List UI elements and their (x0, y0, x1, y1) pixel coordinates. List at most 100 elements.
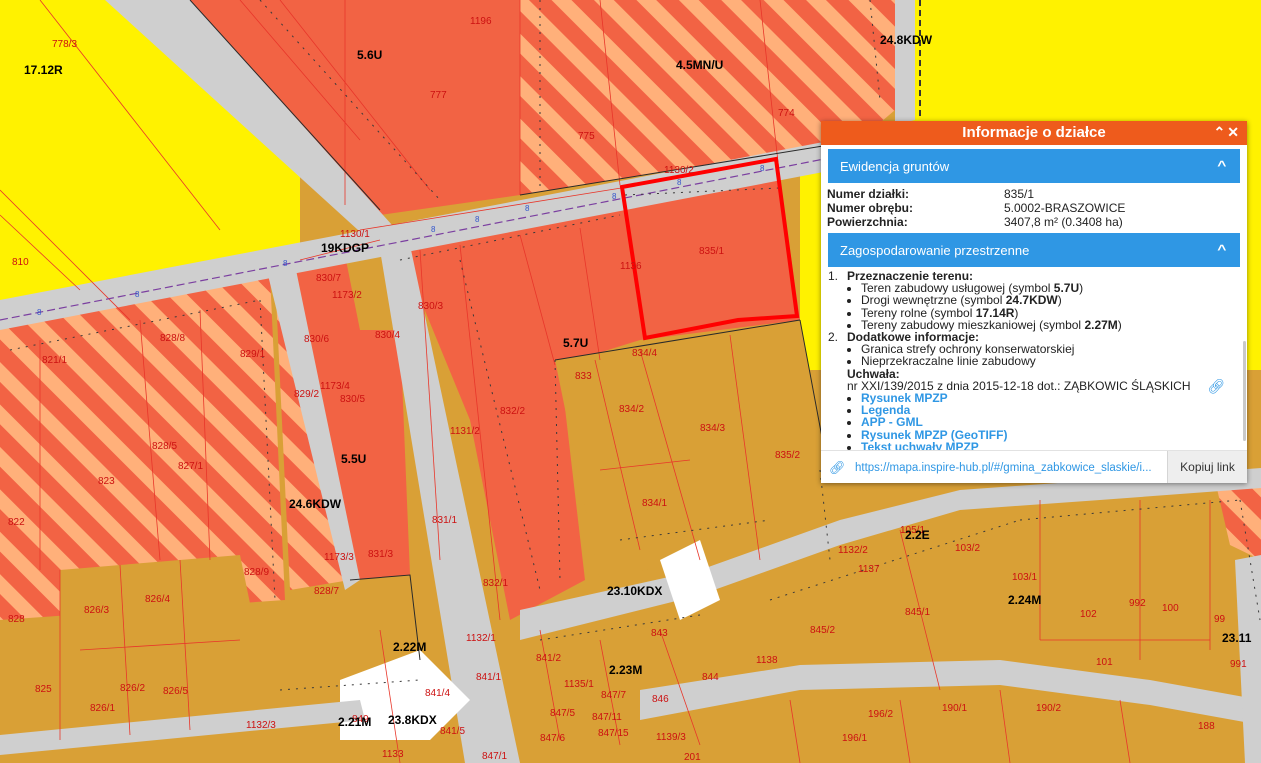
road (895, 0, 915, 125)
additional-info-heading: 2. Dodatkowe informacje: (828, 330, 980, 345)
zone-label: 2.2E (905, 528, 930, 542)
zoning-purpose-heading: 1. Przeznaczenie terenu: (828, 269, 974, 283)
plot-label: 841/2 (536, 653, 561, 664)
plot-label: 823 (98, 476, 115, 487)
popup-title: Informacje o działce (962, 124, 1106, 141)
svg-text:8: 8 (612, 192, 617, 201)
section-zagospodarowanie-title: Zagospodarowanie przestrzenne (840, 243, 1030, 258)
plot-label: 188 (1198, 721, 1215, 732)
svg-text:8: 8 (525, 204, 530, 213)
plot-label: 847/11 (592, 712, 622, 723)
popup-controls: ⌃ ✕ (1212, 124, 1239, 140)
popup-footer: 🔗︎ Kopiuj link (821, 450, 1247, 483)
link-icon: 🔗︎ (829, 460, 846, 475)
svg-text:8: 8 (677, 178, 682, 187)
plot-label: 847/1 (482, 751, 507, 762)
svg-text:8: 8 (475, 215, 480, 224)
close-icon[interactable]: ✕ (1227, 124, 1239, 140)
plot-label: 774 (778, 108, 795, 119)
share-url-field[interactable] (855, 460, 1167, 476)
plot-label: 1173/3 (324, 552, 354, 563)
plot-label: 843 (651, 628, 668, 639)
zone-label: 24.6KDW (289, 497, 342, 511)
plot-label: 846 (652, 694, 669, 705)
section-zagospodarowanie-header[interactable]: Zagospodarowanie przestrzenne ^ (828, 233, 1240, 267)
plot-label: 830/5 (340, 394, 365, 405)
plot-label: 830/3 (418, 301, 443, 312)
plot-label: 827/1 (178, 461, 203, 472)
plot-label: 834/2 (619, 404, 644, 415)
plot-label: 834/1 (642, 498, 667, 509)
plot-label: 101 (1096, 657, 1113, 668)
plot-label: 828/9 (244, 567, 269, 578)
list-item: Nieprzekraczalne linie zabudowy (861, 355, 1237, 367)
detail-label: Numer obrębu: (827, 201, 914, 215)
plot-label: 835/2 (775, 450, 800, 461)
zone-label: 23.10KDX (607, 584, 662, 598)
plot-label: 992 (1129, 598, 1146, 609)
collapse-icon[interactable]: ⌃ (1214, 124, 1226, 140)
section-ewidencja-title: Ewidencja gruntów (840, 159, 950, 174)
plot-label: 190/1 (942, 703, 967, 714)
chevron-up-icon[interactable]: ^ (1218, 242, 1227, 257)
plot-label: 825 (35, 684, 52, 695)
plot-label: 831/1 (432, 515, 457, 526)
copy-link-button[interactable]: Kopiuj link (1167, 451, 1247, 483)
plot-label: 103/2 (955, 543, 980, 554)
plot-label: 826/2 (120, 683, 145, 694)
plot-label: 833 (575, 371, 592, 382)
list-item: Rysunek MPZP (861, 392, 1237, 404)
plot-label: 841/1 (476, 672, 501, 683)
link-icon[interactable]: 🔗︎ (1207, 379, 1225, 393)
plot-label: 845/2 (810, 625, 835, 636)
plot-label: 810 (12, 257, 29, 268)
svg-text:8: 8 (760, 164, 765, 173)
zone-label: 24.8KDW (880, 33, 933, 47)
zone-label: 2.24M (1008, 593, 1041, 607)
plot-label: 826/4 (145, 594, 170, 605)
plot-label: 831/3 (368, 549, 393, 560)
plot-label: 826/3 (84, 605, 109, 616)
svg-text:8: 8 (37, 308, 42, 317)
zone-label: 17.12R (24, 63, 63, 77)
plot-label: 1136 (620, 261, 642, 272)
zoning-purpose-list: Teren zabudowy usługowej (symbol 5.7U) D… (828, 282, 1237, 331)
plot-label: 1130/2 (664, 165, 694, 176)
plot-label: 196/2 (868, 709, 893, 720)
plot-label: 99 (1214, 614, 1226, 625)
plot-label: 841/5 (440, 726, 465, 737)
plot-label: 1173/2 (332, 290, 362, 301)
zone-label: 2.21M (338, 715, 371, 729)
popup-header: Informacje o działce ⌃ ✕ (821, 121, 1247, 145)
detail-label: Numer działki: (827, 187, 910, 201)
popup-scrollbar[interactable] (1243, 341, 1246, 441)
plot-label: 196/1 (842, 733, 867, 744)
plot-label: 845/1 (905, 607, 930, 618)
chevron-up-icon[interactable]: ^ (1218, 158, 1227, 173)
plot-label: 828/5 (152, 441, 177, 452)
plot-label: 826/5 (163, 686, 188, 697)
section-ewidencja-header[interactable]: Ewidencja gruntów ^ (828, 149, 1240, 183)
resolution-links: Rysunek MPZP Legenda APP - GML Rysunek M… (828, 392, 1237, 451)
plot-label: 190/2 (1036, 703, 1061, 714)
plot-label: 775 (578, 131, 595, 142)
plot-label: 834/4 (632, 348, 657, 359)
plot-label: 1139/3 (656, 732, 686, 743)
plot-label: 102 (1080, 609, 1097, 620)
plot-label: 1132/2 (838, 545, 868, 556)
plot-label: 832/2 (500, 406, 525, 417)
plot-label: 201 (684, 752, 701, 763)
plot-label: 847/5 (550, 708, 575, 719)
plot-label: 844 (702, 672, 719, 683)
plot-label: 828 (8, 614, 25, 625)
plot-label: 821/1 (42, 355, 67, 366)
plot-label: 841/4 (425, 688, 450, 699)
plot-label: 103/1 (1012, 572, 1037, 583)
detail-row: Powierzchnia: 3407,8 m² (0.3408 ha) (827, 215, 1125, 229)
detail-value: 5.0002-BRASZOWICE (1004, 201, 1126, 215)
plot-label: 829/2 (294, 389, 319, 400)
plot-label: 832/1 (483, 578, 508, 589)
plot-label: 1130/1 (340, 229, 370, 240)
plot-label: 1196 (470, 16, 492, 27)
detail-row: Numer działki: 835/1 (827, 187, 1125, 201)
